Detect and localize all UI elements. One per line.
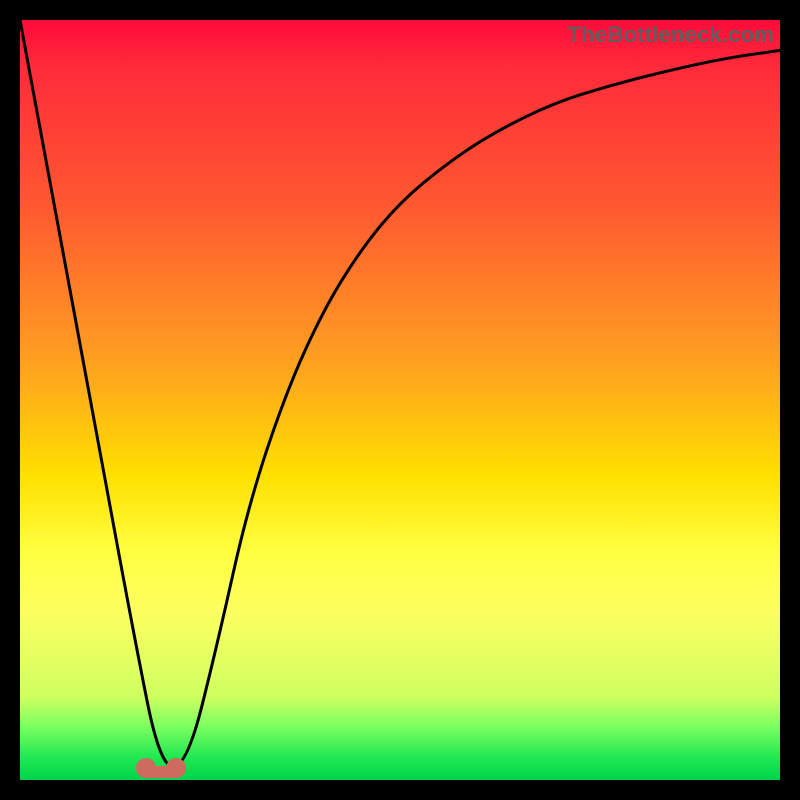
curve-layer — [20, 20, 780, 780]
plot-area: TheBottleneck.com — [20, 20, 780, 780]
chart-frame: TheBottleneck.com — [0, 0, 800, 800]
bottleneck-curve — [20, 20, 780, 767]
